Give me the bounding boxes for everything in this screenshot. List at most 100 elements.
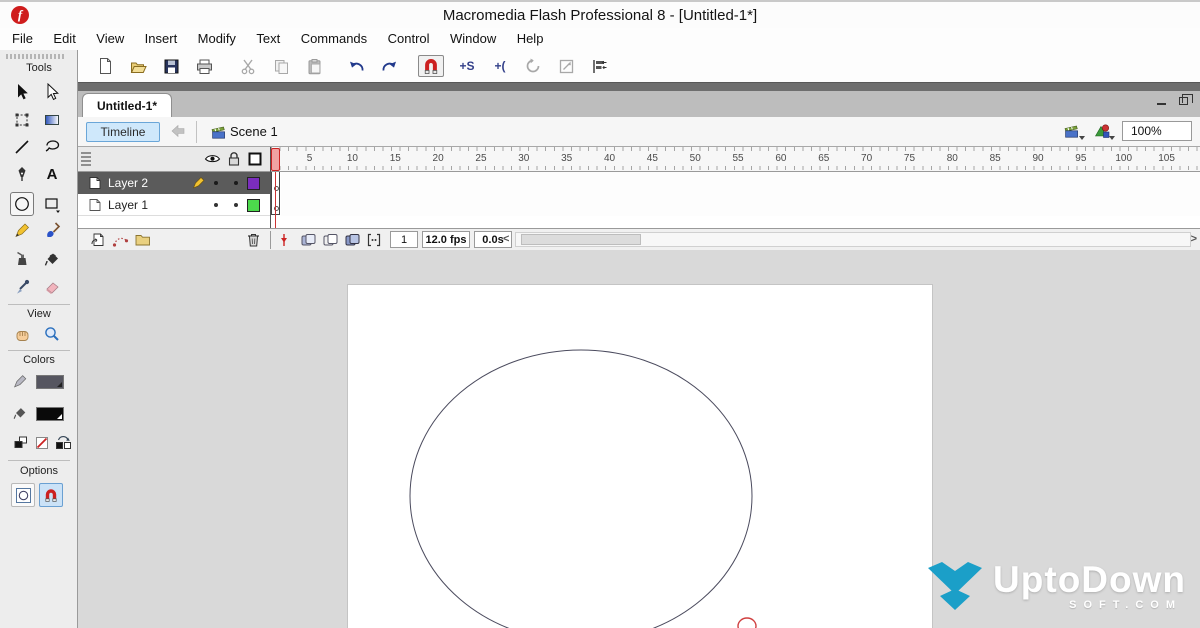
ink-bottle-tool[interactable] bbox=[10, 247, 34, 271]
default-colors-button[interactable] bbox=[13, 435, 29, 451]
menu-modify[interactable]: Modify bbox=[190, 28, 244, 46]
layer-row-1[interactable]: Layer 1 bbox=[78, 194, 270, 216]
show-all-layers-as-outlines-button[interactable] bbox=[248, 152, 262, 166]
timeline-panel: Layer 2 bbox=[78, 147, 1200, 250]
pencil-tool[interactable] bbox=[10, 218, 34, 242]
frame-rate-field[interactable]: 12.0 fps bbox=[422, 231, 470, 248]
zoom-tool[interactable] bbox=[40, 322, 64, 346]
snap-to-objects-option[interactable] bbox=[39, 483, 63, 507]
layer-visibility-dot[interactable] bbox=[214, 181, 218, 185]
minimize-button[interactable] bbox=[1157, 103, 1166, 105]
lasso-tool[interactable] bbox=[40, 135, 64, 159]
no-color-button[interactable] bbox=[34, 435, 50, 451]
oval-tool[interactable] bbox=[10, 192, 34, 216]
eyedropper-tool[interactable] bbox=[10, 275, 34, 299]
save-button[interactable] bbox=[158, 55, 184, 77]
straighten-button[interactable]: +( bbox=[487, 55, 513, 77]
scroll-left-arrow[interactable]: < bbox=[503, 233, 509, 245]
open-folder-icon bbox=[129, 58, 148, 75]
stage-zoom-input[interactable]: 100% bbox=[1122, 121, 1192, 141]
toolbar-separator-band bbox=[78, 82, 1200, 91]
back-arrow-icon[interactable] bbox=[170, 124, 186, 138]
scale-button[interactable] bbox=[553, 55, 579, 77]
onion-skin-button[interactable] bbox=[300, 232, 317, 248]
rectangle-tool[interactable] bbox=[40, 192, 64, 216]
restore-button[interactable] bbox=[1179, 97, 1188, 105]
layer-lock-dot[interactable] bbox=[234, 203, 238, 207]
snap-to-objects-button[interactable] bbox=[418, 55, 444, 77]
layer-name[interactable]: Layer 2 bbox=[108, 176, 148, 190]
modify-onion-markers-button[interactable] bbox=[366, 232, 382, 248]
current-frame-field[interactable]: 1 bbox=[390, 231, 418, 248]
empty-frames-area[interactable] bbox=[281, 172, 1200, 216]
show-hide-all-layers-button[interactable] bbox=[204, 151, 221, 166]
pen-tool[interactable] bbox=[10, 162, 34, 186]
smooth-button[interactable]: +S bbox=[454, 55, 480, 77]
layer-outline-color-swatch[interactable] bbox=[247, 199, 260, 212]
redo-button[interactable] bbox=[376, 55, 402, 77]
frame-ruler[interactable]: 5101520253035404550556065707580859095100… bbox=[271, 147, 1200, 172]
paste-button[interactable] bbox=[301, 55, 327, 77]
menu-file[interactable]: File bbox=[4, 28, 41, 46]
rotate-button[interactable] bbox=[520, 55, 546, 77]
new-document-button[interactable] bbox=[92, 55, 118, 77]
menu-insert[interactable]: Insert bbox=[137, 28, 186, 46]
cut-button[interactable] bbox=[235, 55, 261, 77]
fill-color-swatch[interactable] bbox=[36, 407, 64, 421]
menu-commands[interactable]: Commands bbox=[293, 28, 375, 46]
layer-lock-dot[interactable] bbox=[234, 181, 238, 185]
layer-row-2[interactable]: Layer 2 bbox=[78, 172, 270, 194]
add-motion-guide-button[interactable] bbox=[112, 232, 129, 248]
selection-tool[interactable] bbox=[10, 80, 34, 104]
paint-bucket-icon bbox=[43, 250, 61, 268]
hand-tool[interactable] bbox=[10, 322, 34, 346]
menu-window[interactable]: Window bbox=[442, 28, 504, 46]
swap-colors-button[interactable] bbox=[55, 435, 72, 451]
onion-skin-outlines-button[interactable] bbox=[322, 232, 339, 248]
edit-multiple-frames-button[interactable] bbox=[344, 232, 361, 248]
tools-panel-grip[interactable] bbox=[6, 54, 66, 59]
menu-text[interactable]: Text bbox=[248, 28, 288, 46]
scene-name[interactable]: Scene 1 bbox=[230, 124, 278, 139]
menu-edit[interactable]: Edit bbox=[45, 28, 83, 46]
brush-tool[interactable] bbox=[40, 218, 64, 242]
undo-button[interactable] bbox=[343, 55, 369, 77]
black-white-icon bbox=[13, 435, 29, 451]
insert-layer-button[interactable] bbox=[90, 232, 107, 248]
open-button[interactable] bbox=[125, 55, 151, 77]
scroll-right-arrow[interactable]: > bbox=[1191, 233, 1197, 245]
layer-outline-color-swatch[interactable] bbox=[247, 177, 260, 190]
lock-unlock-all-layers-button[interactable] bbox=[227, 151, 241, 167]
eraser-tool[interactable] bbox=[40, 275, 64, 299]
layer-name[interactable]: Layer 1 bbox=[108, 198, 148, 212]
layer-visibility-dot[interactable] bbox=[214, 203, 218, 207]
edit-scene-button[interactable] bbox=[1063, 122, 1082, 140]
stage-canvas[interactable] bbox=[348, 285, 932, 628]
timeline-scrollbar[interactable] bbox=[515, 232, 1191, 247]
subselection-tool[interactable] bbox=[40, 80, 64, 104]
timeline-toggle-button[interactable]: Timeline bbox=[86, 122, 160, 142]
motion-guide-icon bbox=[112, 232, 129, 248]
text-tool[interactable]: A bbox=[40, 162, 64, 186]
object-drawing-option[interactable] bbox=[11, 483, 35, 507]
document-tab[interactable]: Untitled-1* bbox=[82, 93, 172, 117]
copy-button[interactable] bbox=[268, 55, 294, 77]
edit-symbols-button[interactable] bbox=[1093, 122, 1112, 140]
gradient-transform-tool[interactable] bbox=[40, 108, 64, 132]
menu-control[interactable]: Control bbox=[380, 28, 438, 46]
align-icon bbox=[591, 58, 608, 75]
print-button[interactable] bbox=[191, 55, 217, 77]
menu-view[interactable]: View bbox=[88, 28, 132, 46]
align-button[interactable] bbox=[586, 55, 612, 77]
paint-bucket-tool[interactable] bbox=[40, 247, 64, 271]
menu-help[interactable]: Help bbox=[509, 28, 552, 46]
center-frame-button[interactable] bbox=[278, 232, 290, 248]
free-transform-tool[interactable] bbox=[10, 108, 34, 132]
delete-layer-button[interactable] bbox=[246, 232, 261, 248]
line-tool[interactable] bbox=[10, 135, 34, 159]
scrollbar-thumb[interactable] bbox=[521, 234, 641, 245]
timeline-grip[interactable] bbox=[81, 152, 91, 166]
stroke-color-swatch[interactable] bbox=[36, 375, 64, 389]
insert-layer-folder-button[interactable] bbox=[134, 232, 152, 247]
playhead-marker[interactable] bbox=[271, 148, 280, 171]
